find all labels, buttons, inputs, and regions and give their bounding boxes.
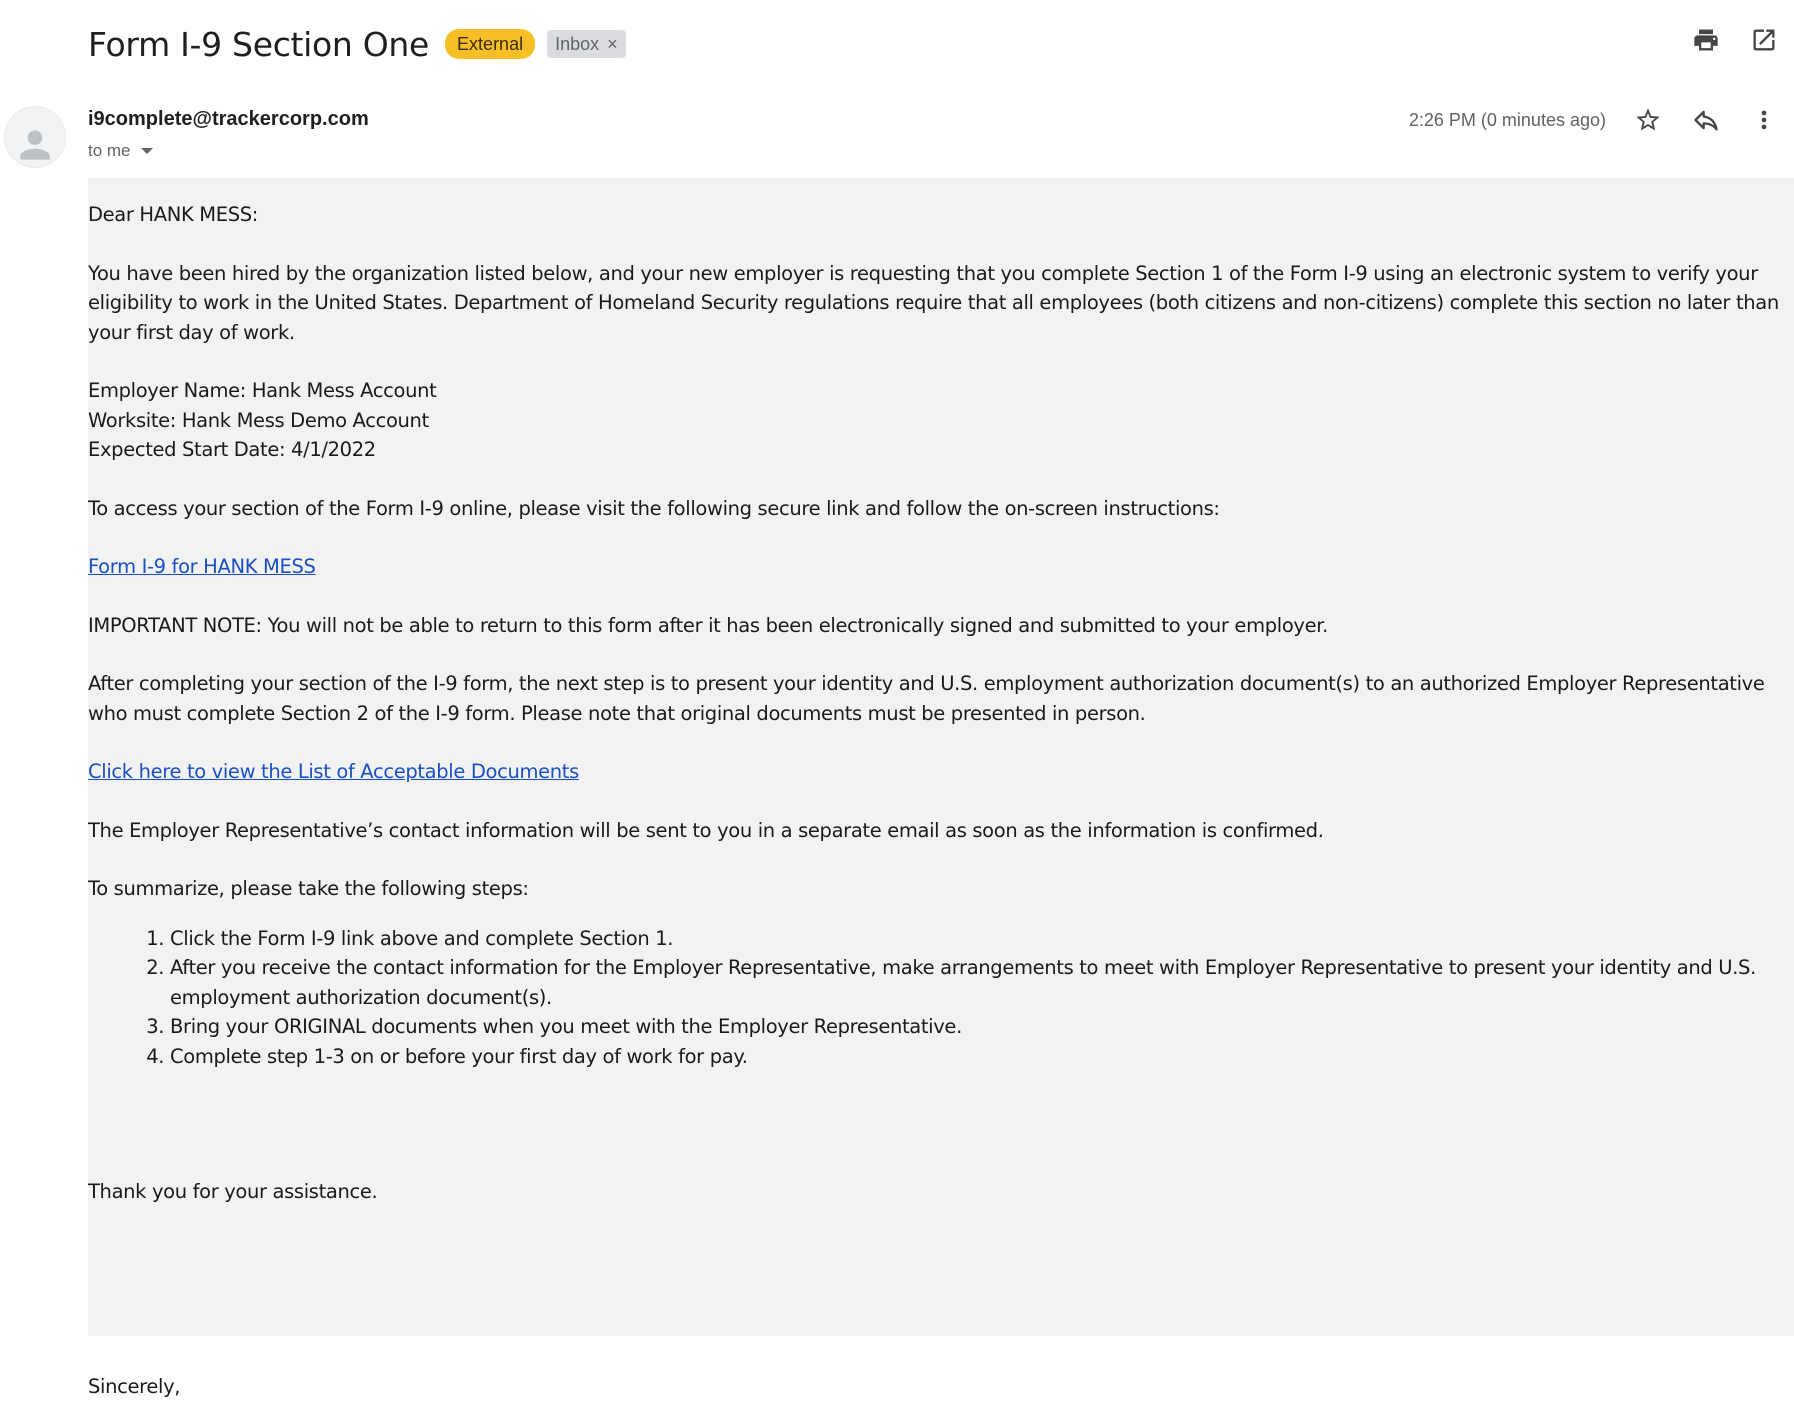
print-button[interactable]	[1690, 24, 1722, 56]
thread-actions	[1690, 24, 1780, 56]
acceptable-documents-link[interactable]: Click here to view the List of Acceptabl…	[88, 760, 579, 783]
message-meta: 2:26 PM (0 minutes ago)	[1409, 104, 1780, 136]
inbox-label-text: Inbox	[555, 33, 599, 55]
list-item: Complete step 1-3 on or before your firs…	[170, 1042, 1794, 1072]
documents-link-paragraph: Click here to view the List of Acceptabl…	[88, 757, 1794, 787]
email-subject: Form I-9 Section One	[88, 25, 429, 64]
sender-avatar[interactable]	[4, 106, 66, 168]
access-instructions: To access your section of the Form I-9 o…	[88, 494, 1794, 524]
reply-icon	[1692, 106, 1720, 134]
signoff: Sincerely,	[88, 1372, 1794, 1401]
steps-list: Click the Form I-9 link above and comple…	[88, 924, 1794, 1072]
chevron-down-icon	[141, 148, 153, 154]
list-item: Click the Form I-9 link above and comple…	[170, 924, 1794, 954]
person-icon	[13, 123, 57, 167]
list-item: After you receive the contact informatio…	[170, 953, 1794, 1012]
open-in-new-icon	[1750, 26, 1778, 54]
worksite: Worksite: Hank Mess Demo Account	[88, 409, 429, 432]
thanks-paragraph: Thank you for your assistance.	[88, 1177, 1794, 1207]
spacer	[88, 1236, 1794, 1372]
summary-intro: To summarize, please take the following …	[88, 874, 1794, 904]
email-header: Form I-9 Section One External Inbox ×	[88, 18, 626, 70]
employer-details: Employer Name: Hank Mess Account Worksit…	[88, 376, 1794, 465]
form-i9-link[interactable]: Form I-9 for HANK MESS	[88, 555, 316, 578]
sender-email[interactable]: i9complete@trackercorp.com	[88, 108, 369, 131]
form-link-paragraph: Form I-9 for HANK MESS	[88, 552, 1794, 582]
list-item: Bring your ORIGINAL documents when you m…	[170, 1012, 1794, 1042]
star-icon	[1634, 106, 1662, 134]
spacer	[88, 1071, 1794, 1177]
print-icon	[1692, 26, 1720, 54]
more-vert-icon	[1750, 106, 1778, 134]
contact-info-paragraph: The Employer Representative’s contact in…	[88, 816, 1794, 846]
more-options-button[interactable]	[1748, 104, 1780, 136]
employer-name: Employer Name: Hank Mess Account	[88, 379, 436, 402]
after-completing-paragraph: After completing your section of the I-9…	[88, 669, 1794, 728]
star-button[interactable]	[1632, 104, 1664, 136]
recipient-details-toggle[interactable]: to me	[88, 141, 153, 161]
message-timestamp: 2:26 PM (0 minutes ago)	[1409, 110, 1606, 131]
reply-button[interactable]	[1690, 104, 1722, 136]
recipient-label: to me	[88, 141, 131, 161]
expected-start-date: Expected Start Date: 4/1/2022	[88, 438, 376, 461]
greeting: Dear HANK MESS:	[88, 200, 1794, 230]
inbox-label: Inbox ×	[547, 30, 626, 58]
open-in-new-window-button[interactable]	[1748, 24, 1780, 56]
email-body: Dear HANK MESS: You have been hired by t…	[88, 178, 1794, 1336]
intro-paragraph: You have been hired by the organization …	[88, 259, 1794, 348]
important-note: IMPORTANT NOTE: You will not be able to …	[88, 611, 1794, 641]
external-label: External	[445, 29, 535, 59]
remove-label-button[interactable]: ×	[607, 33, 618, 55]
